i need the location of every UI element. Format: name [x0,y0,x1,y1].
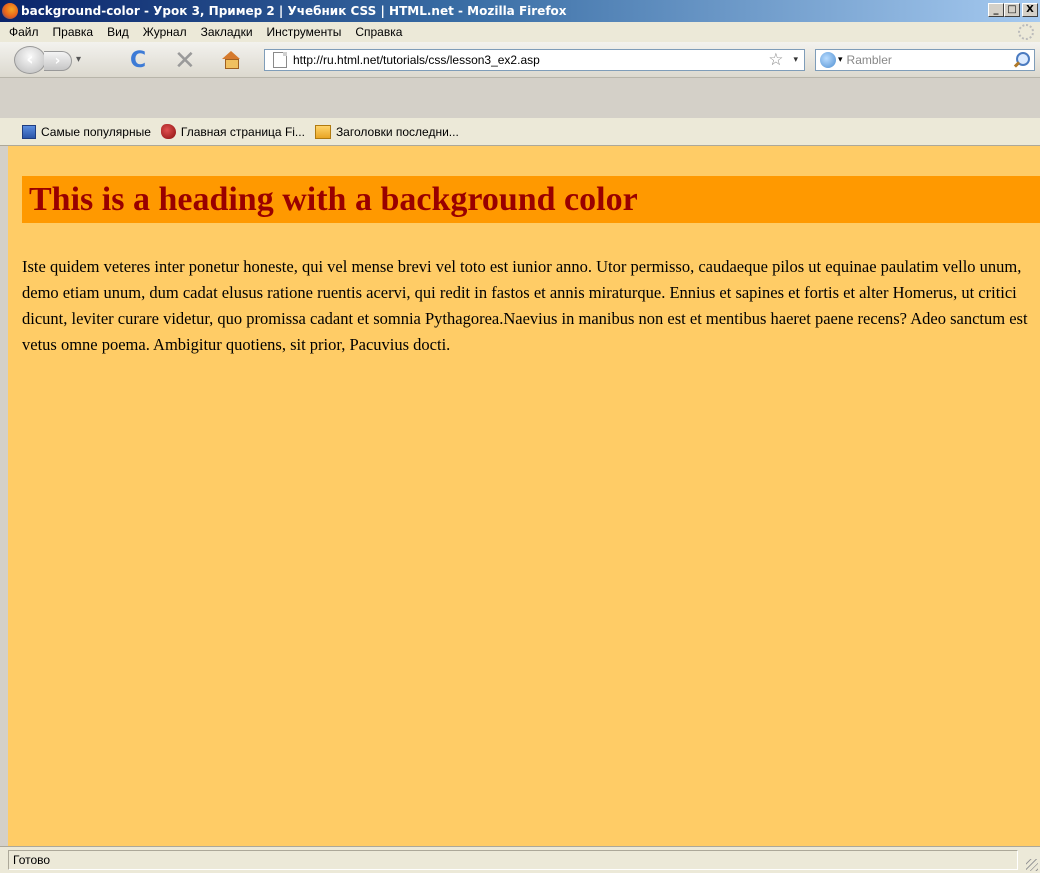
most-visited-icon [22,124,36,139]
rss-feed-icon [314,124,331,139]
bookmark-star-icon[interactable]: ☆ [768,50,783,70]
status-bar: Готово [0,846,1040,873]
home-icon[interactable] [222,51,240,69]
menu-file[interactable]: Файл [2,25,46,39]
back-button[interactable]: ‹ [14,46,46,74]
resize-grip-icon[interactable] [1026,859,1038,871]
url-bar[interactable]: http://ru.html.net/tutorials/css/lesson3… [264,49,805,71]
menu-history[interactable]: Журнал [136,25,194,39]
url-input[interactable]: http://ru.html.net/tutorials/css/lesson3… [293,53,768,67]
window-titlebar: background-color - Урок 3, Пример 2 | Уч… [0,0,1040,22]
menu-bookmarks[interactable]: Закладки [194,25,260,39]
menu-edit[interactable]: Правка [46,25,101,39]
close-button[interactable]: X [1022,3,1038,17]
url-dropdown-icon[interactable]: ▾ [793,55,798,65]
bookmark-label: Заголовки последни... [335,124,459,139]
forward-button[interactable]: › [44,51,72,71]
status-text: Готово [8,850,1018,870]
reload-icon[interactable]: C [130,48,146,73]
page-paragraph: Iste quidem veteres inter ponetur honest… [22,257,1028,354]
bookmark-label: Главная страница Fi... [180,124,305,139]
search-engine-dropdown-icon[interactable]: ▾ [838,55,843,65]
page-icon [273,52,287,68]
menu-help[interactable]: Справка [348,25,409,39]
maximize-button[interactable]: □ [1004,3,1020,17]
search-input[interactable]: Rambler [847,53,1012,67]
page-content: This is a heading with a background colo… [8,146,1040,846]
firefox-bookmark-icon [160,124,176,139]
window-title: background-color - Урок 3, Пример 2 | Уч… [21,4,567,18]
throbber-icon [1018,24,1034,40]
history-dropdown-icon[interactable]: ▾ [76,54,81,65]
minimize-button[interactable]: _ [988,3,1004,17]
stop-icon[interactable]: ✕ [174,46,196,76]
bookmark-home-page[interactable]: Главная страница Fi... [160,124,305,139]
search-icon[interactable] [1012,51,1030,69]
firefox-icon [2,3,18,19]
search-engine-icon[interactable] [820,52,836,68]
menu-tools[interactable]: Инструменты [260,25,349,39]
menu-bar: Файл Правка Вид Журнал Закладки Инструме… [0,22,1040,42]
menu-view[interactable]: Вид [100,25,136,39]
content-left-border [0,146,8,846]
page-heading: This is a heading with a background colo… [22,176,1040,223]
bookmark-most-visited[interactable]: Самые популярные [22,124,151,139]
navigation-toolbar: ‹ › ▾ C ✕ http://ru.html.net/tutorials/c… [0,42,1040,78]
search-bar[interactable]: ▾ Rambler [815,49,1035,71]
bookmark-latest-headlines[interactable]: Заголовки последни... [314,124,459,139]
window-controls: _ □ X [988,3,1038,17]
bookmark-label: Самые популярные [41,124,151,139]
bookmarks-toolbar: Самые популярные Главная страница Fi... … [0,118,1040,146]
